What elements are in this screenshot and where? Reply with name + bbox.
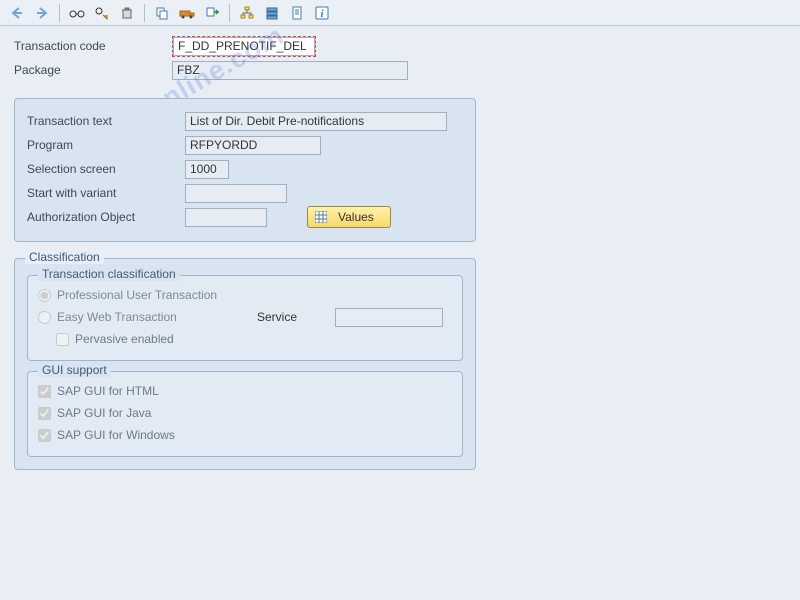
hierarchy-icon[interactable]	[236, 3, 258, 23]
toolbar-separator	[229, 4, 230, 22]
main-content: Transaction code Package Transaction tex…	[0, 26, 800, 478]
transaction-code-label: Transaction code	[14, 39, 172, 53]
auth-object-label: Authorization Object	[27, 210, 185, 224]
selection-screen-row: Selection screen	[27, 157, 463, 181]
transaction-text-row: Transaction text	[27, 109, 463, 133]
values-button-label: Values	[338, 210, 374, 224]
details-group: Transaction text Program Selection scree…	[14, 98, 476, 242]
classification-title: Classification	[25, 250, 104, 264]
easy-web-radio[interactable]	[38, 311, 51, 324]
easy-web-label: Easy Web Transaction	[57, 310, 257, 324]
delete-icon[interactable]	[116, 3, 138, 23]
back-button[interactable]	[6, 3, 28, 23]
start-variant-label: Start with variant	[27, 186, 185, 200]
transaction-code-row: Transaction code	[14, 34, 786, 58]
forward-button[interactable]	[31, 3, 53, 23]
auth-object-row: Authorization Object Values	[27, 205, 463, 229]
gui-support-group: GUI support SAP GUI for HTML SAP GUI for…	[27, 371, 463, 457]
service-label: Service	[257, 310, 335, 324]
copy-icon[interactable]	[151, 3, 173, 23]
glasses-icon[interactable]	[66, 3, 88, 23]
gui-html-checkbox[interactable]	[38, 385, 51, 398]
variant-icon[interactable]	[201, 3, 223, 23]
auth-object-input	[185, 208, 267, 227]
transaction-text-input	[185, 112, 447, 131]
prof-user-label: Professional User Transaction	[57, 288, 217, 302]
gui-java-label: SAP GUI for Java	[57, 406, 151, 420]
pervasive-checkbox[interactable]	[56, 333, 69, 346]
gui-win-row: SAP GUI for Windows	[38, 424, 452, 446]
transaction-code-input[interactable]	[173, 37, 315, 56]
document-icon[interactable]	[286, 3, 308, 23]
transaction-text-label: Transaction text	[27, 114, 185, 128]
toolbar-separator	[144, 4, 145, 22]
prof-user-radio[interactable]	[38, 289, 51, 302]
program-row: Program	[27, 133, 463, 157]
gui-win-checkbox[interactable]	[38, 429, 51, 442]
transaction-classification-group: Transaction classification Professional …	[27, 275, 463, 361]
program-input	[185, 136, 321, 155]
start-variant-row: Start with variant	[27, 181, 463, 205]
transport-icon[interactable]	[176, 3, 198, 23]
gui-html-label: SAP GUI for HTML	[57, 384, 159, 398]
stack-icon[interactable]	[261, 3, 283, 23]
transaction-code-highlight	[172, 36, 316, 57]
gui-html-row: SAP GUI for HTML	[38, 380, 452, 402]
toolbar: i	[0, 0, 800, 26]
gui-java-checkbox[interactable]	[38, 407, 51, 420]
toolbar-separator	[59, 4, 60, 22]
selection-screen-label: Selection screen	[27, 162, 185, 176]
selection-screen-input	[185, 160, 229, 179]
service-input	[335, 308, 443, 327]
gui-win-label: SAP GUI for Windows	[57, 428, 175, 442]
program-label: Program	[27, 138, 185, 152]
values-button[interactable]: Values	[307, 206, 391, 228]
gui-support-title: GUI support	[38, 363, 111, 377]
package-row: Package	[14, 58, 786, 82]
classification-group: Classification Transaction classificatio…	[14, 258, 476, 470]
start-variant-input	[185, 184, 287, 203]
transaction-classification-title: Transaction classification	[38, 267, 180, 281]
gui-java-row: SAP GUI for Java	[38, 402, 452, 424]
prof-user-radio-row: Professional User Transaction	[38, 284, 452, 306]
pervasive-label: Pervasive enabled	[75, 332, 174, 346]
pervasive-row: Pervasive enabled	[38, 328, 452, 350]
package-label: Package	[14, 63, 172, 77]
grid-icon	[314, 210, 328, 224]
info-icon[interactable]: i	[311, 3, 333, 23]
easy-web-radio-row: Easy Web Transaction Service	[38, 306, 452, 328]
package-input	[172, 61, 408, 80]
display-change-icon[interactable]	[91, 3, 113, 23]
